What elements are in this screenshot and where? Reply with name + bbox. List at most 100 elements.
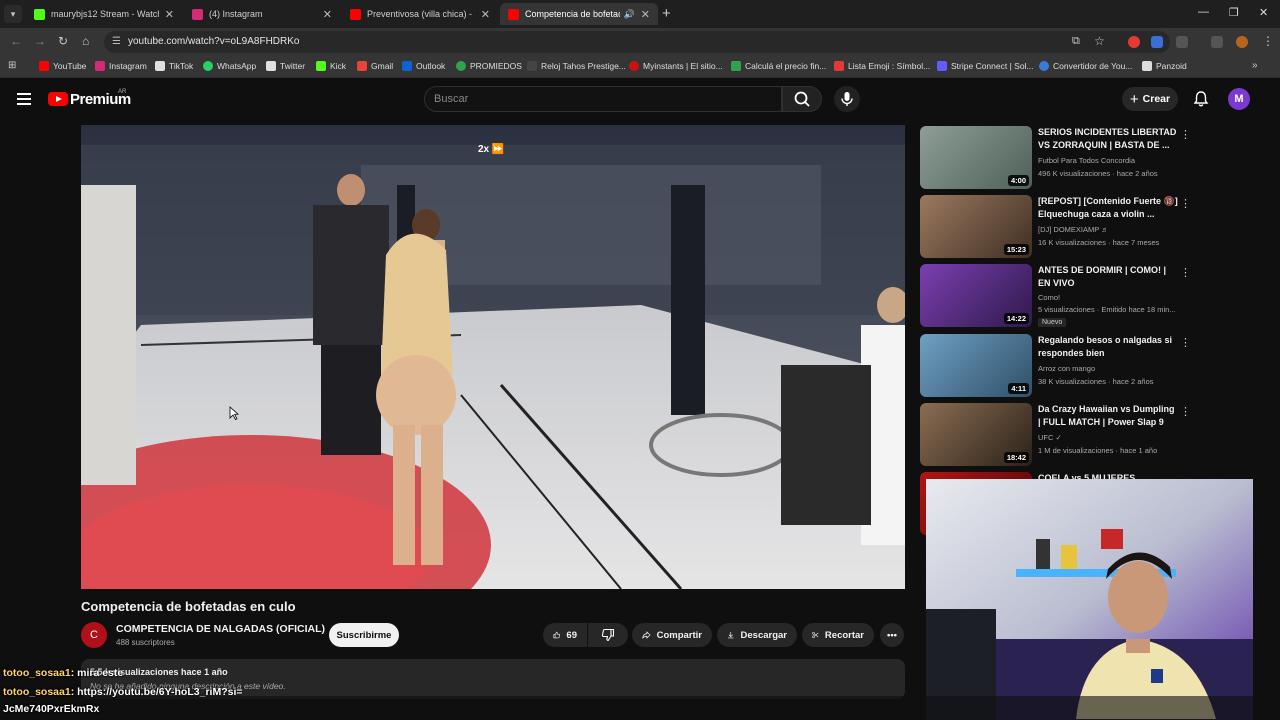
create-button[interactable]: + Crear [1122,87,1178,111]
bookmark-youtube[interactable]: YouTube [39,61,86,71]
video-thumbnail[interactable]: 18:42 [920,403,1032,466]
close-window-icon[interactable]: ✕ [1259,6,1268,19]
recommended-channel[interactable]: [DJ] DOMEXIAMP ♬ [1038,225,1109,234]
bookmark-star-icon[interactable]: ☆ [1094,34,1105,48]
more-vertical-icon[interactable]: ⋮ [1180,405,1191,418]
video-thumbnail[interactable]: 4:11 [920,334,1032,397]
subscriber-count: 488 suscriptores [116,638,175,647]
browser-menu-icon[interactable]: ⋮ [1262,34,1274,48]
new-tab-icon[interactable]: + [662,5,671,22]
more-vertical-icon[interactable]: ⋮ [1180,336,1191,349]
bookmark-convertidor[interactable]: Convertidor de You... [1039,61,1132,71]
bookmark-reloj[interactable]: Reloj Tahos Prestige... [527,61,626,71]
video-thumbnail[interactable]: 14:22 [920,264,1032,327]
browser-tab[interactable]: Preventivosa (villa chica) - YouT ✕ [342,3,498,25]
audio-playing-icon[interactable]: 🔊 [624,9,635,20]
recommended-channel[interactable]: Arroz con mango [1038,364,1095,373]
site-info-icon[interactable]: ☰ [112,36,121,47]
browser-tab[interactable]: (4) Instagram ✕ [184,3,340,25]
home-icon[interactable]: ⌂ [82,34,89,48]
recommended-channel[interactable]: UFC ✓ [1038,433,1062,442]
bookmark-promiedos[interactable]: PROMIEDOS [456,61,522,71]
recommended-video[interactable]: 4:00 SERIOS INCIDENTES LIBERTAD VS ZORRA… [920,126,1195,190]
back-icon[interactable]: ← [10,34,22,48]
browser-tab-active[interactable]: Competencia de bofetadas 🔊 ✕ [500,3,658,25]
forward-icon[interactable]: → [34,34,46,48]
more-actions-button[interactable]: ••• [880,623,904,647]
reading-list-icon[interactable] [1211,36,1223,48]
converter-icon [1039,61,1049,71]
voice-search-button[interactable] [834,86,860,112]
video-duration: 4:11 [1008,383,1029,394]
video-duration: 4:00 [1007,175,1029,186]
chat-text: JcMe740PxrEkmRx [3,703,100,715]
browser-tab[interactable]: maurybjs12 Stream - Watch Liv ✕ [26,3,182,25]
more-vertical-icon[interactable]: ⋮ [1180,197,1191,210]
apps-grid-icon[interactable]: ⊞ [8,60,16,71]
bookmark-twitter[interactable]: Twitter [266,61,305,71]
bookmark-calcula[interactable]: Calculá el precio fin... [731,61,826,71]
subscribe-button[interactable]: Suscribirme [329,623,399,647]
url-text[interactable]: youtube.com/watch?v=oL9A8FHDRKo [128,36,299,47]
recommended-title[interactable]: Da Crazy Hawaiian vs Dumpling | FULL MAT… [1038,403,1178,429]
video-thumbnail[interactable]: 15:23 [920,195,1032,258]
bookmark-gmail[interactable]: Gmail [357,61,393,71]
bookmark-whatsapp[interactable]: WhatsApp [203,61,256,71]
extension-red-icon[interactable] [1128,36,1140,48]
account-avatar[interactable]: M [1228,88,1250,110]
bookmark-emoji[interactable]: Lista Emoji : Símbol... [834,61,930,71]
tiktok-icon [155,61,165,71]
extensions-puzzle-icon[interactable] [1176,36,1188,48]
notifications-bell-icon[interactable] [1192,90,1210,108]
dislike-button[interactable] [588,623,628,647]
menu-hamburger-icon[interactable] [17,93,31,105]
search-input[interactable] [434,88,764,110]
close-tab-icon[interactable]: ✕ [323,8,332,21]
thumbs-up-icon [553,631,560,639]
bookmark-panzoid[interactable]: Panzoid [1142,61,1187,71]
playback-speed-indicator: 2x ⏩ [478,144,505,155]
recommended-channel[interactable]: Como! [1038,293,1060,302]
like-count: 69 [566,629,577,641]
channel-avatar[interactable]: C [81,622,107,648]
recommended-title[interactable]: Regalando besos o nalgadas si respondes … [1038,334,1178,360]
close-tab-icon[interactable]: ✕ [641,8,650,21]
like-button[interactable]: 69 [543,623,587,647]
extension-blue-icon[interactable] [1151,36,1163,48]
recommended-video[interactable]: 15:23 [REPOST] [Contenido Fuerte 🔞] Elqu… [920,195,1195,259]
tab-search-icon[interactable]: ▾ [4,5,22,23]
more-vertical-icon[interactable]: ⋮ [1180,266,1191,279]
recommended-video[interactable]: 18:42 Da Crazy Hawaiian vs Dumpling | FU… [920,403,1195,467]
search-button[interactable] [782,86,822,112]
share-button[interactable]: Compartir [632,623,712,647]
reload-icon[interactable]: ↻ [58,34,68,48]
clip-button[interactable]: Recortar [802,623,874,647]
bookmark-tiktok[interactable]: TikTok [155,61,193,71]
recommended-channel[interactable]: Futbol Para Todos Concordia [1038,156,1135,165]
youtube-logo-icon[interactable] [48,92,68,106]
bookmark-instagram[interactable]: Instagram [95,61,147,71]
page-icon [527,61,537,71]
minimize-icon[interactable]: — [1198,6,1209,18]
install-app-icon[interactable]: ⧉ [1072,35,1080,48]
recommended-title[interactable]: SERIOS INCIDENTES LIBERTAD VS ZORRAQUIN … [1038,126,1178,152]
profile-icon[interactable] [1236,36,1248,48]
bookmark-myinstants[interactable]: Myinstants | El sitio... [629,61,723,71]
download-button[interactable]: Descargar [717,623,797,647]
close-tab-icon[interactable]: ✕ [165,8,174,21]
channel-name[interactable]: COMPETENCIA DE NALGADAS (OFICIAL) [116,623,325,635]
recommended-video[interactable]: 14:22 ANTES DE DORMIR | COMO! | EN VIVO … [920,264,1195,328]
close-tab-icon[interactable]: ✕ [481,8,490,21]
logo-country-code: AR [118,89,127,95]
bookmark-outlook[interactable]: Outlook [402,61,445,71]
bookmark-kick[interactable]: Kick [316,61,346,71]
video-player[interactable] [81,125,905,589]
bookmark-stripe[interactable]: Stripe Connect | Sol... [937,61,1034,71]
more-bookmarks-icon[interactable]: » [1252,60,1258,71]
recommended-title[interactable]: [REPOST] [Contenido Fuerte 🔞] Elquechuga… [1038,195,1178,221]
recommended-video[interactable]: 4:11 Regalando besos o nalgadas si respo… [920,334,1195,398]
more-vertical-icon[interactable]: ⋮ [1180,128,1191,141]
restore-icon[interactable]: ❐ [1229,6,1239,19]
recommended-title[interactable]: ANTES DE DORMIR | COMO! | EN VIVO [1038,264,1178,290]
video-thumbnail[interactable]: 4:00 [920,126,1032,189]
